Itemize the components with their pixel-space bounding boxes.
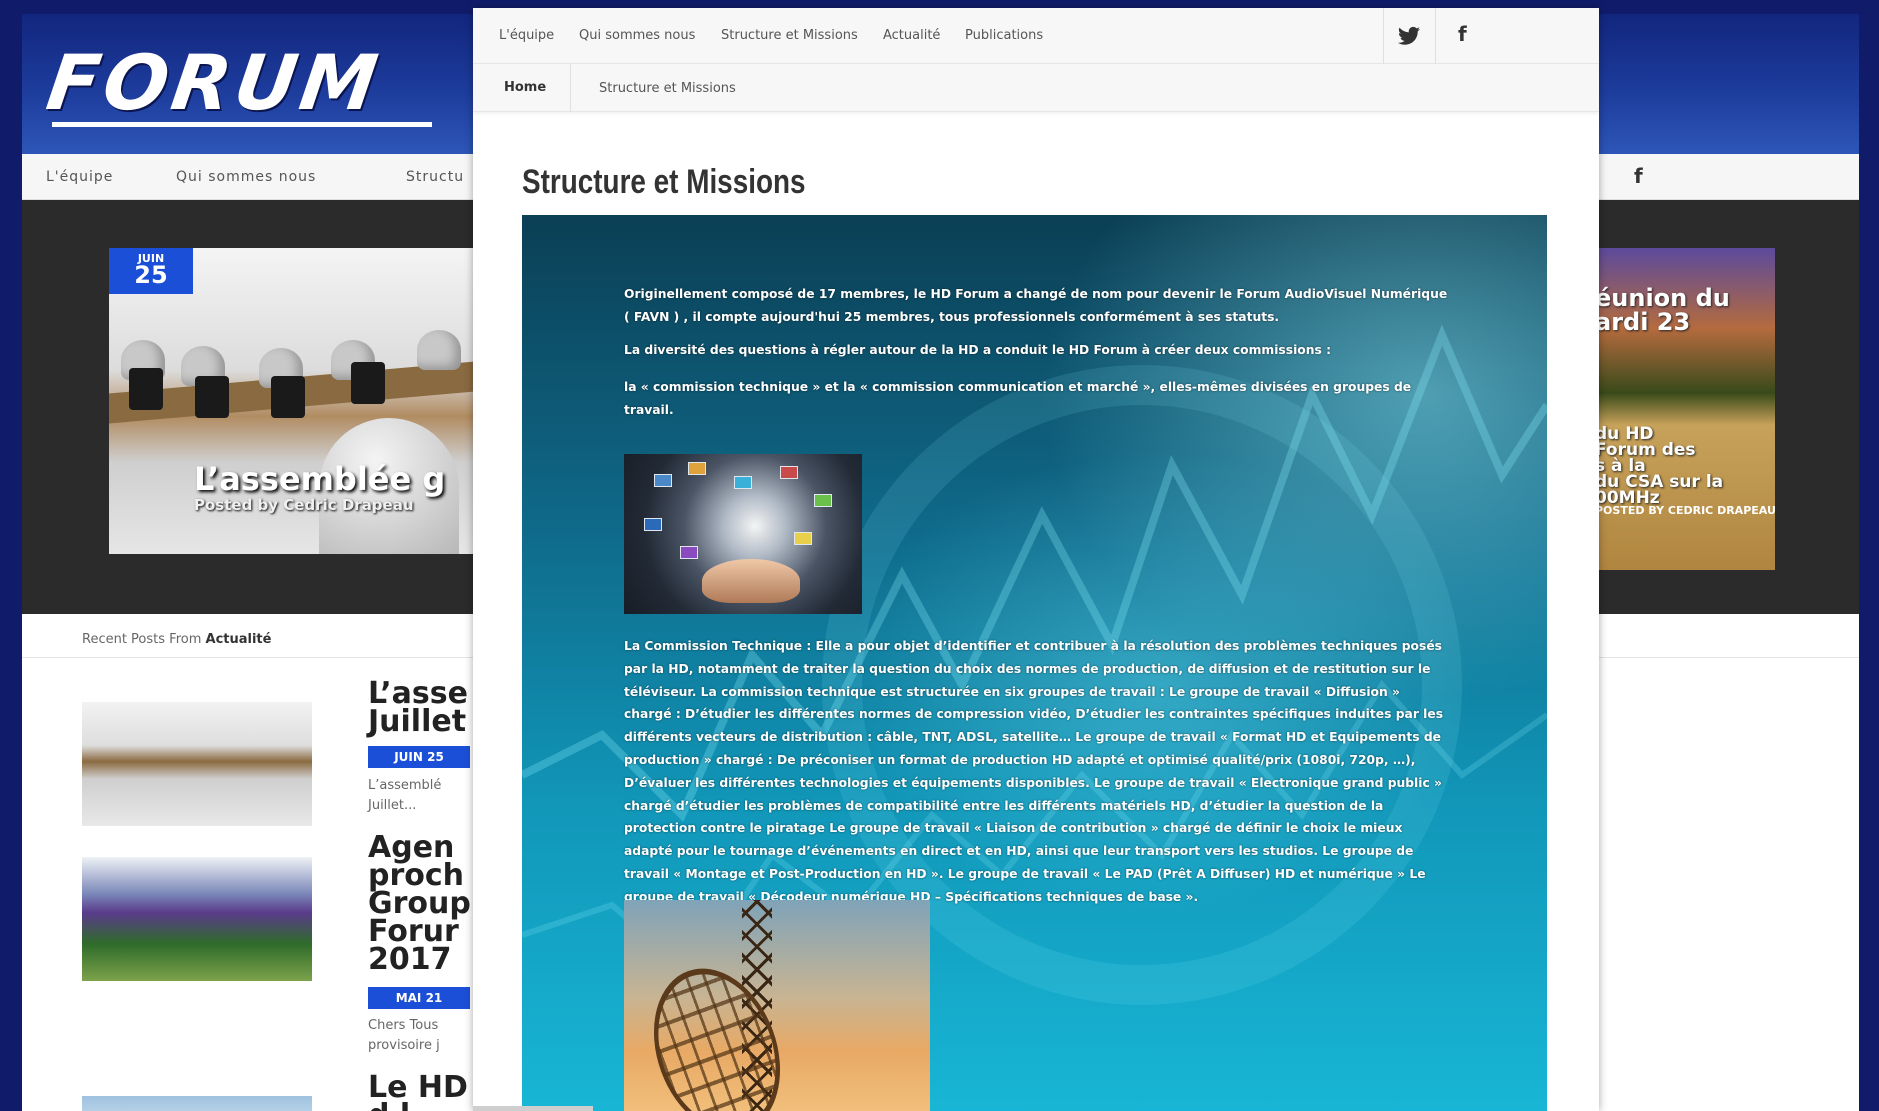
slide-right-title: éunion du ardi 23 [1597,284,1730,336]
slide-right-text: du HD Forum des s à la du CSA sur la 00M… [1597,424,1724,508]
tile-shape [680,546,698,559]
slide-date-day: 25 [134,261,168,289]
slide-title[interactable]: L’assemblée g [194,460,445,498]
tile-shape [780,466,798,479]
post-thumbnail[interactable] [82,857,312,981]
facebook-icon[interactable]: f [1634,164,1643,188]
satellite-dish-image [624,900,930,1111]
breadcrumb-home[interactable]: Home [473,64,571,112]
intro-paragraph: Originellement composé de 17 membres, le… [624,287,1448,324]
recent-posts-category[interactable]: Actualité [206,632,272,647]
nav-item-qui-sommes-nous[interactable]: Qui sommes nous [579,28,695,43]
tile-shape [688,462,706,475]
slide-date-badge: JUIN 25 [109,248,193,294]
top-nav: L'équipe Qui sommes nous Structure et Mi… [473,8,1599,64]
breadcrumb-current: Structure et Missions [599,81,736,96]
post-excerpt: L’assemblé Juillet... [368,778,442,813]
site-logo[interactable]: FORUM [42,38,387,127]
nav-item-actualite[interactable]: Actualité [883,28,940,43]
chair-shape [351,362,385,404]
hand-shape [702,559,800,603]
nav-item-publications[interactable]: Publications [965,28,1043,43]
post-thumbnail[interactable] [82,702,312,826]
post-title[interactable]: Le HD d l [368,1073,468,1111]
figure-shape [417,330,461,370]
commissions-list-paragraph: la « commission technique » et la « comm… [624,380,1412,417]
tile-shape [644,518,662,531]
post-date-badge: JUIN 25 [368,746,470,768]
slide-right-image[interactable]: éunion du ardi 23 du HD Forum des s à la… [1597,248,1775,570]
technical-commission-paragraph: La Commission Technique : Elle a pour ob… [624,639,1444,904]
post-date-badge: MAI 21 [368,987,470,1009]
page-overlay: L'équipe Qui sommes nous Structure et Mi… [473,8,1599,1111]
content-panel: Originellement composé de 17 membres, le… [522,215,1547,1111]
technology-image [624,454,862,614]
nav-divider [1435,8,1436,64]
bg-nav-qui-sommes-nous[interactable]: Qui sommes nous [176,169,316,185]
bg-nav-structure[interactable]: Structu [406,169,464,185]
chair-shape [129,368,163,410]
dish-shape [632,950,802,1111]
logo-underline [52,122,432,127]
facebook-icon[interactable]: f [1458,22,1467,46]
tile-shape [654,474,672,487]
post-excerpt: Chers Tous provisoire j [368,1018,440,1053]
slide-right-meta: POSTED BY CEDRIC DRAPEAU [1597,504,1775,517]
tile-shape [734,476,752,489]
post-thumbnail[interactable] [82,1096,312,1111]
slide-byline: Posted by Cedric Drapeau [194,496,414,514]
nav-item-structure-missions[interactable]: Structure et Missions [721,28,858,43]
chair-shape [195,376,229,418]
recent-posts-label: Recent Posts From Actualité [82,632,271,647]
horizontal-scrollbar[interactable] [473,1106,593,1111]
recent-posts-prefix: Recent Posts From [82,632,202,647]
post-title[interactable]: L’asse Juillet [368,679,468,737]
twitter-icon[interactable] [1398,26,1420,46]
breadcrumb: Home Structure et Missions [473,64,1599,112]
bg-nav-equipe[interactable]: L'équipe [46,169,113,185]
commissions-paragraph: La diversité des questions à régler auto… [624,343,1332,357]
nav-item-equipe[interactable]: L'équipe [499,28,554,43]
nav-divider [1383,8,1384,64]
tile-shape [814,494,832,507]
page-title: Structure et Missions [522,163,806,201]
chair-shape [271,376,305,418]
post-title[interactable]: Agen proch Group Forur 2017 [368,833,471,975]
tile-shape [794,532,812,545]
